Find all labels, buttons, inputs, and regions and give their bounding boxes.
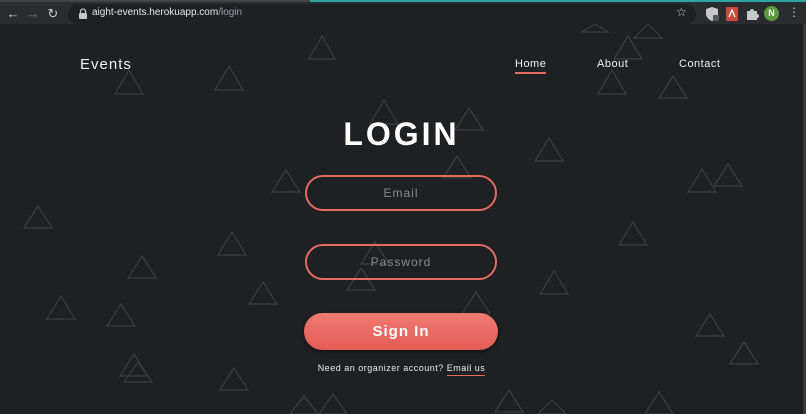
organizer-prompt: Need an organizer account? Email us [0,363,803,376]
url-host: aight-events.herokuapp.com [92,7,219,18]
email-us-link[interactable]: Email us [446,363,486,376]
shield-extension-icon[interactable] [704,6,720,22]
back-icon[interactable]: ← [4,5,22,23]
nav-link-about[interactable]: About [597,58,628,70]
browser-toolbar: ← → ↻ aight-events.herokuapp.com/login ☆… [0,0,806,24]
lock-icon [79,8,87,19]
page: Events Home About Contact LOGIN Sign In … [0,24,803,414]
address-bar[interactable]: aight-events.herokuapp.com/login ☆ [68,4,696,24]
page-title: LOGIN [343,116,460,152]
url-path: /login [218,7,243,18]
url-text: aight-events.herokuapp.com/login [92,7,242,18]
menu-icon[interactable]: ⋮ [788,5,800,19]
bookmark-star-icon[interactable]: ☆ [676,5,687,19]
password-input[interactable] [305,244,497,280]
profile-avatar[interactable]: N [764,6,779,21]
email-input[interactable] [305,175,497,211]
brand-logo[interactable]: Events [80,56,132,73]
sign-in-button[interactable]: Sign In [304,313,498,350]
organizer-prompt-text: Need an organizer account? [317,363,444,373]
puzzle-extension-icon[interactable] [744,6,760,22]
pdf-extension-icon[interactable] [724,6,740,22]
nav-link-home[interactable]: Home [515,58,547,74]
nav-link-contact[interactable]: Contact [679,58,720,70]
tab-indicator [310,0,806,2]
triangle-pattern-background [22,24,760,414]
forward-icon[interactable]: → [24,5,42,23]
reload-icon[interactable]: ↻ [44,5,62,23]
